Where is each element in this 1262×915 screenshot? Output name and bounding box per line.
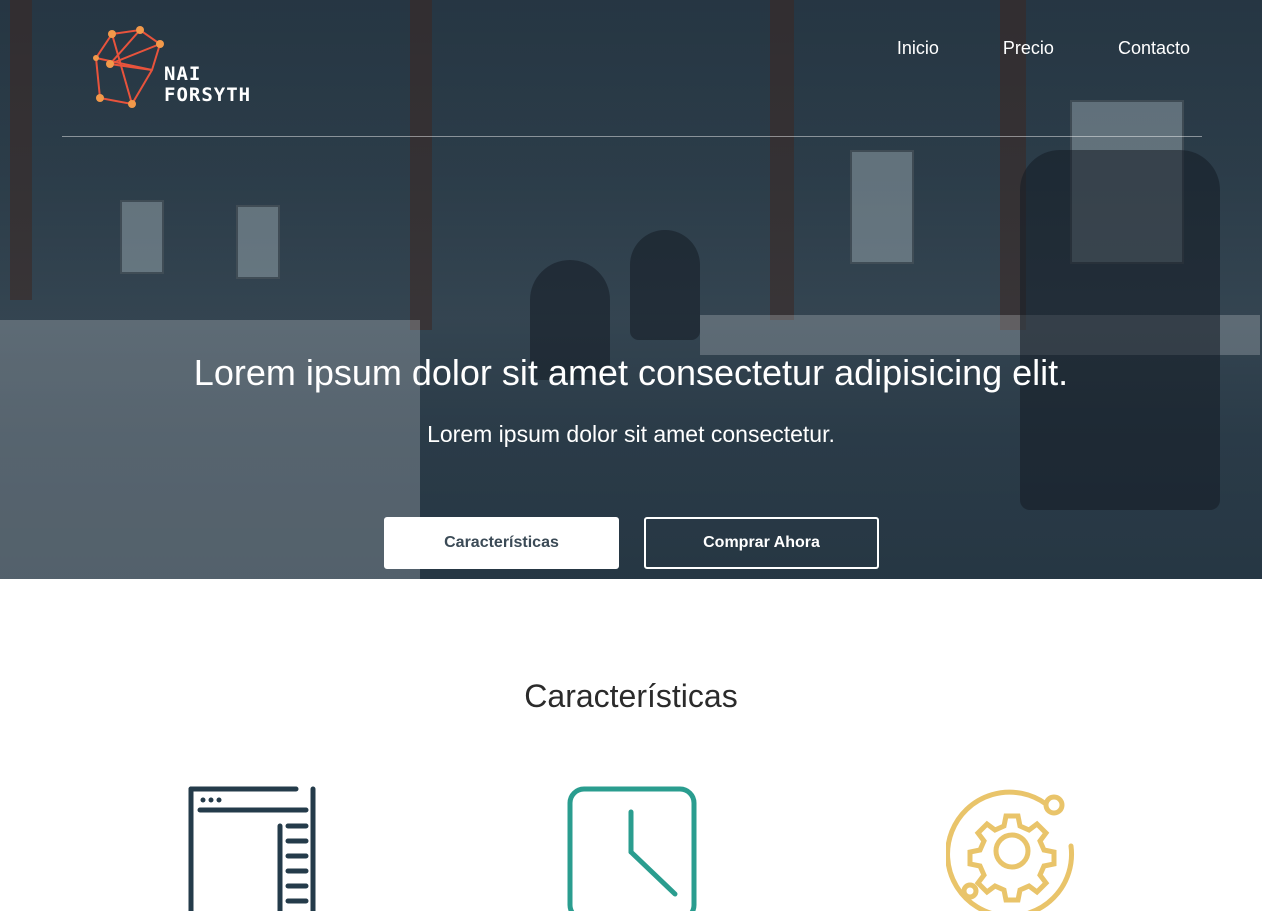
gear-orbit-icon <box>945 786 1078 915</box>
main-nav: Inicio Precio Contacto <box>897 38 1190 59</box>
nav-link-contacto[interactable]: Contacto <box>1118 38 1190 59</box>
hero-subtitle: Lorem ipsum dolor sit amet consectetur. <box>427 421 835 447</box>
backdrop-window <box>120 200 164 274</box>
backdrop-window <box>236 205 280 279</box>
backdrop-chair <box>630 230 700 340</box>
backdrop-column <box>10 0 32 300</box>
nav-link-precio[interactable]: Precio <box>1003 38 1054 59</box>
brand-line1: NAI <box>164 63 202 85</box>
clock-icon <box>567 786 697 915</box>
brand-name: NAI FORSYTH <box>164 64 251 106</box>
buy-now-button[interactable]: Comprar Ahora <box>644 517 879 569</box>
browser-layout-icon <box>188 786 318 915</box>
features-button[interactable]: Características <box>384 517 619 569</box>
backdrop-chair <box>1020 150 1220 510</box>
hero-section: NAI FORSYTH Inicio Precio Contacto Lorem… <box>0 0 1262 579</box>
hero-title: Lorem ipsum dolor sit amet consectetur a… <box>193 352 1069 393</box>
brand-line2: FORSYTH <box>164 84 252 106</box>
site-header: NAI FORSYTH Inicio Precio Contacto <box>62 0 1202 137</box>
backdrop-window <box>850 150 914 264</box>
nav-link-inicio[interactable]: Inicio <box>897 38 939 59</box>
brand-logo[interactable]: NAI FORSYTH <box>92 26 262 110</box>
features-heading: Características <box>524 678 738 714</box>
